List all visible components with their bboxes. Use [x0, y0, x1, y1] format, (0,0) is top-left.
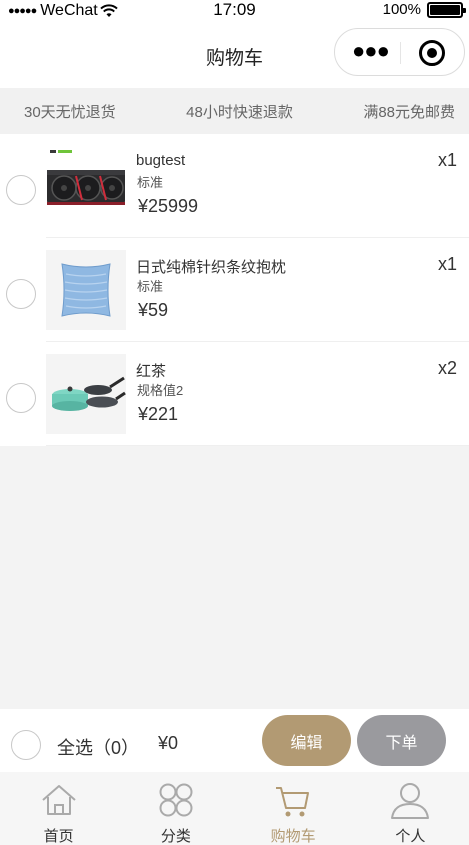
cart-item[interactable]: 红茶 规格值2 ¥221 x2 [0, 342, 469, 446]
cart-item[interactable]: bugtest 标准 ¥25999 x1 [0, 134, 469, 238]
tab-label: 购物车 [270, 828, 316, 845]
battery-icon [427, 1, 466, 18]
tab-label: 首页 [43, 828, 74, 845]
item-quantity: x1 [437, 150, 457, 170]
item-price: ¥25999 [138, 196, 199, 216]
nav-bar: 购物车 ●●● [0, 22, 469, 88]
item-name[interactable]: bugtest [136, 152, 185, 169]
divider [46, 445, 469, 446]
promo-return: 30天无忧退货 [24, 103, 116, 121]
item-quantity: x1 [437, 254, 457, 274]
battery-indicator: 100% [382, 1, 466, 18]
promo-refund: 48小时快速退款 [186, 103, 293, 121]
item-spec: 规格值2 [137, 383, 184, 398]
tab-bar: 首页 分类 购物车 个人 [0, 772, 469, 845]
cart-icon [276, 787, 310, 817]
category-icon [159, 783, 193, 817]
edit-button[interactable]: 编辑 [262, 715, 351, 766]
item-checkbox[interactable] [6, 383, 36, 413]
status-bar: ●●●●● WeChat 17:09 100% [0, 0, 469, 22]
item-spec: 标准 [137, 175, 164, 190]
pillow-image[interactable] [46, 250, 126, 330]
tab-category[interactable]: 分类 [117, 772, 234, 845]
select-all-label[interactable]: 全选（0） [57, 734, 139, 760]
more-options-icon[interactable]: ●●● [352, 40, 390, 62]
tab-label: 个人 [395, 828, 426, 845]
close-target-icon[interactable] [419, 40, 445, 66]
tab-cart[interactable]: 购物车 [235, 772, 352, 845]
tab-label: 分类 [160, 828, 191, 845]
item-checkbox[interactable] [6, 279, 36, 309]
item-spec: 标准 [137, 279, 164, 294]
promo-shipping: 满88元免邮费 [363, 103, 455, 121]
place-order-button[interactable]: 下单 [357, 715, 446, 766]
item-quantity: x2 [437, 358, 457, 378]
item-name[interactable]: 红茶 [136, 360, 166, 381]
item-price: ¥221 [138, 404, 179, 424]
cart-item[interactable]: 日式纯棉针织条纹抱枕 标准 ¥59 x1 [0, 238, 469, 342]
user-icon [391, 783, 430, 819]
item-price: ¥59 [138, 300, 169, 320]
tab-home[interactable]: 首页 [0, 772, 117, 845]
cart-list: bugtest 标准 ¥25999 x1 日式纯棉针织条纹抱枕 标准 ¥59 x… [0, 134, 469, 446]
battery-percent: 100% [382, 1, 421, 18]
item-name[interactable]: 日式纯棉针织条纹抱枕 [136, 256, 286, 277]
promo-strip: 30天无忧退货 48小时快速退款 满88元免邮费 [0, 88, 469, 134]
total-price: ¥0 [158, 733, 179, 753]
checkout-bar: 全选（0） ¥0 编辑 下单 [0, 709, 469, 772]
capsule-divider [400, 42, 401, 64]
home-icon [41, 785, 76, 815]
item-checkbox[interactable] [6, 175, 36, 205]
graphics-card-image[interactable] [46, 148, 126, 228]
select-all-checkbox[interactable] [11, 730, 41, 760]
mini-program-capsule: ●●● [334, 28, 465, 76]
cookware-set-image[interactable] [46, 354, 126, 434]
tab-profile[interactable]: 个人 [352, 772, 469, 845]
